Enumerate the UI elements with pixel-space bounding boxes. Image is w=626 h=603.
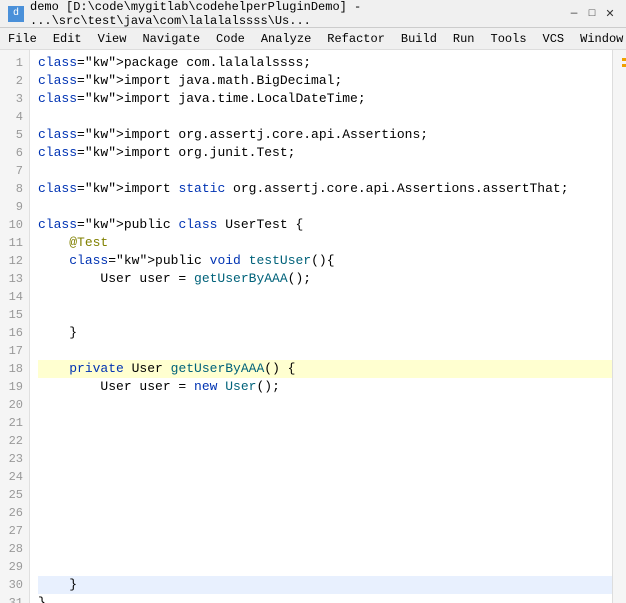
menu-item-run[interactable]: Run (445, 28, 483, 49)
code-line-20 (38, 396, 612, 414)
code-line-5: class="kw">import org.assertj.core.api.A… (38, 126, 612, 144)
menu-item-build[interactable]: Build (393, 28, 445, 49)
menu-item-refactor[interactable]: Refactor (319, 28, 393, 49)
menu-item-analyze[interactable]: Analyze (253, 28, 319, 49)
title-bar: d demo [D:\code\mygitlab\codehelperPlugi… (0, 0, 626, 28)
line-number-4: 4 (0, 108, 29, 126)
code-line-28 (38, 540, 612, 558)
menu-item-code[interactable]: Code (208, 28, 253, 49)
code-line-6: class="kw">import org.junit.Test; (38, 144, 612, 162)
code-line-11: @Test (38, 234, 612, 252)
window-title: demo [D:\code\mygitlab\codehelperPluginD… (30, 0, 566, 28)
line-number-2: 2 (0, 72, 29, 90)
menu-item-view[interactable]: View (90, 28, 135, 49)
window-controls: — □ ✕ (566, 6, 618, 22)
code-line-29 (38, 558, 612, 576)
line-number-26: 26 (0, 504, 29, 522)
scroll-indicator (622, 58, 626, 61)
code-area[interactable]: class="kw">package com.lalalalssss;class… (30, 50, 612, 603)
code-line-21 (38, 414, 612, 432)
editor-body: 1234567891011121314151617181920212223242… (0, 50, 626, 603)
minimize-button[interactable]: — (566, 6, 582, 22)
menu-item-edit[interactable]: Edit (45, 28, 90, 49)
line-number-31: 31 (0, 594, 29, 603)
scroll-indicator-2 (622, 64, 626, 67)
line-numbers: 1234567891011121314151617181920212223242… (0, 50, 30, 603)
code-line-23 (38, 450, 612, 468)
line-number-27: 27 (0, 522, 29, 540)
code-line-18: private User getUserByAAA() { (38, 360, 612, 378)
line-number-3: 3 (0, 90, 29, 108)
code-line-22 (38, 432, 612, 450)
scrollbar[interactable] (612, 50, 626, 603)
line-number-11: 11 (0, 234, 29, 252)
code-line-30: } (38, 576, 612, 594)
line-number-15: 15 (0, 306, 29, 324)
menu-bar: FileEditViewNavigateCodeAnalyzeRefactorB… (0, 28, 626, 50)
line-number-9: 9 (0, 198, 29, 216)
line-number-20: 20 (0, 396, 29, 414)
close-button[interactable]: ✕ (602, 6, 618, 22)
code-line-26 (38, 504, 612, 522)
menu-item-vcs[interactable]: VCS (535, 28, 573, 49)
code-line-8: class="kw">import static org.assertj.cor… (38, 180, 612, 198)
line-number-16: 16 (0, 324, 29, 342)
line-number-29: 29 (0, 558, 29, 576)
code-line-1: class="kw">package com.lalalalssss; (38, 54, 612, 72)
line-number-19: 19 (0, 378, 29, 396)
restore-button[interactable]: □ (584, 6, 600, 22)
line-number-13: 13 (0, 270, 29, 288)
code-line-10: class="kw">public class UserTest { (38, 216, 612, 234)
menu-item-file[interactable]: File (0, 28, 45, 49)
code-line-24 (38, 468, 612, 486)
menu-item-tools[interactable]: Tools (483, 28, 535, 49)
line-number-28: 28 (0, 540, 29, 558)
line-number-21: 21 (0, 414, 29, 432)
code-line-27 (38, 522, 612, 540)
code-line-13: User user = getUserByAAA(); (38, 270, 612, 288)
line-number-14: 14 (0, 288, 29, 306)
editor-container: 1234567891011121314151617181920212223242… (0, 50, 626, 603)
line-number-1: 1 (0, 54, 29, 72)
code-line-31: } (38, 594, 612, 603)
code-line-3: class="kw">import java.time.LocalDateTim… (38, 90, 612, 108)
code-line-17 (38, 342, 612, 360)
code-line-19: User user = new User(); (38, 378, 612, 396)
code-line-16: } (38, 324, 612, 342)
code-line-2: class="kw">import java.math.BigDecimal; (38, 72, 612, 90)
line-number-5: 5 (0, 126, 29, 144)
line-number-17: 17 (0, 342, 29, 360)
code-line-4 (38, 108, 612, 126)
line-number-7: 7 (0, 162, 29, 180)
line-number-22: 22 (0, 432, 29, 450)
line-number-23: 23 (0, 450, 29, 468)
line-number-8: 8 (0, 180, 29, 198)
code-line-25 (38, 486, 612, 504)
code-line-9 (38, 198, 612, 216)
line-number-12: 12 (0, 252, 29, 270)
menu-item-window[interactable]: Window (572, 28, 626, 49)
code-line-15 (38, 306, 612, 324)
app-icon: d (8, 6, 24, 22)
code-line-12: class="kw">public void testUser(){ (38, 252, 612, 270)
line-number-25: 25 (0, 486, 29, 504)
menu-item-navigate[interactable]: Navigate (134, 28, 208, 49)
line-number-6: 6 (0, 144, 29, 162)
line-number-30: 30 (0, 576, 29, 594)
code-line-14 (38, 288, 612, 306)
code-line-7 (38, 162, 612, 180)
line-number-24: 24 (0, 468, 29, 486)
line-number-10: 10 (0, 216, 29, 234)
line-number-18: 18 (0, 360, 29, 378)
